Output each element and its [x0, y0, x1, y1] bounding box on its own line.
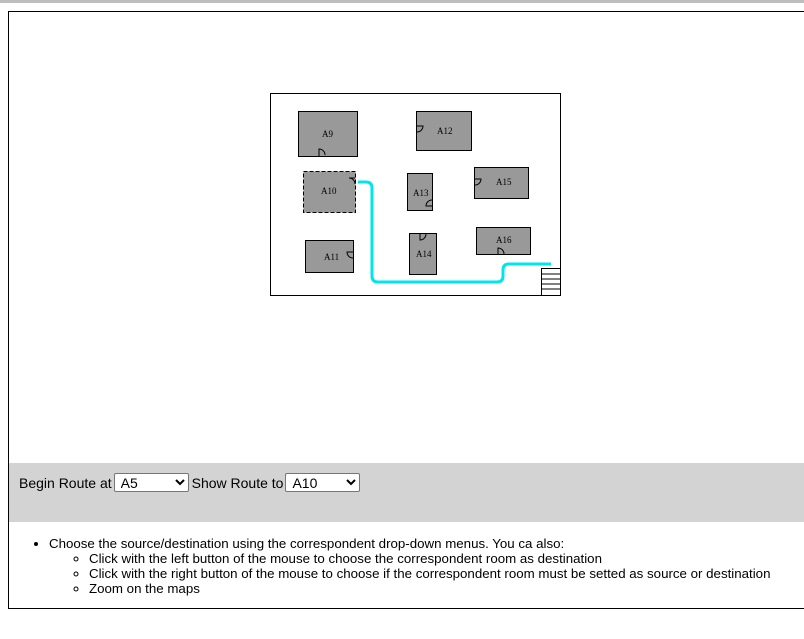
show-route-label: Show Route to — [191, 474, 284, 491]
room-label-a15: A15 — [496, 177, 512, 187]
help-section: Choose the source/destination using the … — [9, 532, 804, 596]
show-route-select[interactable]: A10 — [285, 473, 361, 492]
help-subitem: Zoom on the maps — [89, 581, 804, 596]
route-row: Begin Route at A5 Show Route to A10 — [19, 473, 363, 492]
begin-route-select[interactable]: A5 — [113, 473, 189, 492]
help-subitem: Click with the left button of the mouse … — [89, 551, 804, 566]
help-subitem: Click with the right button of the mouse… — [89, 566, 804, 581]
stairs-icon — [541, 268, 561, 296]
room-a16[interactable]: A16 — [476, 227, 531, 255]
room-a10[interactable]: A10 — [303, 171, 356, 213]
room-a15[interactable]: A15 — [474, 167, 529, 199]
help-list: Choose the source/destination using the … — [9, 536, 804, 596]
content-frame: A9 A10 A11 A12 A13 A14 A15 A16 Begin Rou… — [8, 11, 804, 609]
route-controls: Begin Route at A5 Show Route to A10 — [9, 463, 804, 522]
begin-route-label: Begin Route at — [19, 474, 112, 491]
floor-map[interactable]: A9 A10 A11 A12 A13 A14 A15 A16 — [270, 93, 562, 297]
top-border — [0, 0, 804, 3]
room-a11[interactable]: A11 — [305, 240, 354, 273]
room-a12[interactable]: A12 — [416, 111, 472, 151]
room-label-a12: A12 — [437, 126, 453, 136]
map-area[interactable]: A9 A10 A11 A12 A13 A14 A15 A16 — [9, 12, 804, 462]
help-sublist: Click with the left button of the mouse … — [49, 551, 804, 596]
room-a14[interactable]: A14 — [409, 233, 437, 275]
room-label-a11: A11 — [324, 252, 339, 262]
room-label-a16: A16 — [496, 235, 512, 245]
room-label-a10: A10 — [321, 186, 337, 196]
room-label-a14: A14 — [416, 249, 432, 259]
room-a9[interactable]: A9 — [298, 111, 358, 157]
help-item: Choose the source/destination using the … — [49, 536, 804, 596]
room-label-a13: A13 — [413, 188, 429, 198]
help-main-text: Choose the source/destination using the … — [49, 536, 565, 551]
room-a13[interactable]: A13 — [407, 173, 433, 211]
room-label-a9: A9 — [322, 129, 333, 139]
